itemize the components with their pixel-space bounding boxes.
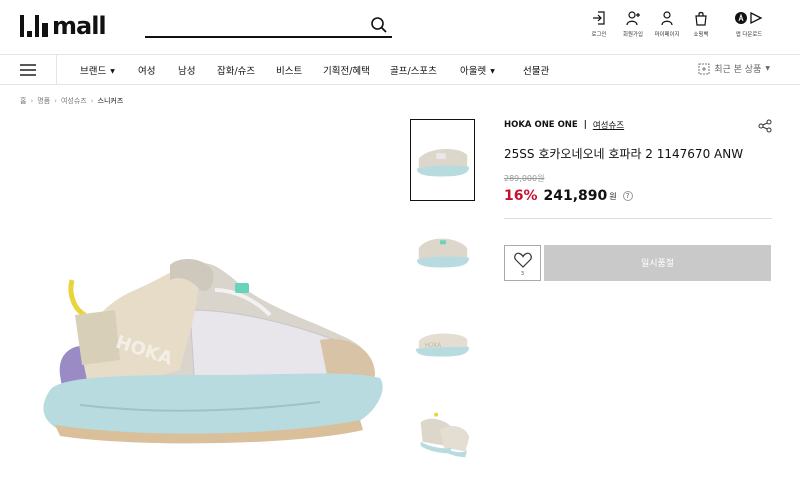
thumbnail-1[interactable] [410, 119, 475, 201]
nav-item-promotion[interactable]: 기획전/혜택 [323, 63, 370, 77]
thumbnail-image: HOKA [415, 333, 470, 357]
brand-separator: | [583, 120, 587, 130]
search-bar [145, 14, 392, 38]
thumbnail-4[interactable] [410, 392, 475, 474]
shopping-bag-icon [695, 11, 707, 26]
breadcrumb-sneakers[interactable]: 스니커즈 [98, 96, 124, 106]
category-link[interactable]: 여성슈즈 [593, 119, 624, 131]
brand-line: HOKA ONE ONE | 여성슈즈 [504, 119, 772, 131]
nav-item-outlet[interactable]: 아울렛 ▼ [460, 63, 495, 77]
nav-item-brand[interactable]: 브랜드 ▼ [80, 63, 115, 77]
mypage-button[interactable]: 마이페이지 [650, 10, 684, 38]
breadcrumb-women-shoes[interactable]: 여성슈즈 [61, 96, 87, 106]
chevron-right-icon: › [30, 97, 34, 105]
thumbnail-image [416, 238, 470, 268]
price-help-icon[interactable]: ? [622, 191, 633, 201]
product-thumbnails: HOKA [410, 119, 476, 477]
app-download-icon [735, 11, 763, 25]
breadcrumb-home[interactable]: 홈 [20, 96, 26, 106]
recent-products-icon [698, 63, 710, 74]
mypage-label: 마이페이지 [654, 31, 680, 38]
recent-products-label: 최근 본 상품 [714, 65, 762, 75]
mypage-icon [661, 11, 673, 26]
search-input[interactable] [145, 14, 360, 36]
breadcrumb: 홈 › 명품 › 여성슈즈 › 스니커즈 [20, 96, 123, 106]
logo[interactable]: mall [20, 11, 107, 41]
breadcrumb-luxury[interactable]: 명품 [37, 96, 50, 106]
app-download-label: 앱 다운로드 [735, 31, 763, 38]
site-header: mall 로그인 회원가입 마이페이지 쇼핑백 앱 다운로드 [0, 0, 800, 54]
chevron-right-icon: › [90, 97, 94, 105]
search-icon[interactable] [370, 16, 388, 34]
signup-icon [626, 11, 640, 26]
signup-button[interactable]: 회원가입 [616, 10, 650, 38]
nav-item-golf-sports[interactable]: 골프/스포츠 [390, 63, 437, 77]
soldout-button[interactable]: 일시품절 [544, 245, 771, 281]
nav-item-gift[interactable]: 선물관 [523, 63, 549, 77]
shopping-bag-button[interactable]: 쇼핑백 [684, 10, 718, 38]
sale-price: 241,890 [543, 188, 608, 204]
nav-item-women[interactable]: 여성 [138, 63, 155, 77]
thumbnail-image [420, 412, 470, 458]
menu-icon[interactable] [18, 61, 38, 79]
login-icon [593, 11, 605, 25]
discount-rate: 16% [504, 188, 538, 204]
logo-mark [20, 15, 48, 37]
price-line: 16% 241,890 원 ? [504, 188, 772, 204]
product-info: HOKA ONE ONE | 여성슈즈 25SS 호카오네오네 호파라 2 11… [504, 119, 772, 219]
wishlist-count: 3 [520, 271, 525, 277]
shopping-bag-label: 쇼핑백 [693, 31, 709, 38]
signup-label: 회원가입 [623, 31, 643, 38]
thumbnail-3[interactable]: HOKA [410, 301, 475, 383]
original-price: 289,000원 [504, 174, 545, 183]
nav-divider [56, 55, 57, 85]
wishlist-button[interactable]: 3 [504, 245, 541, 281]
nav-item-men[interactable]: 남성 [178, 63, 195, 77]
thumbnail-image [416, 148, 470, 177]
logo-text: mall [52, 12, 107, 40]
caret-down-icon: ▼ [765, 65, 770, 72]
divider [504, 218, 772, 219]
login-button[interactable]: 로그인 [582, 10, 616, 38]
app-download-button[interactable]: 앱 다운로드 [728, 10, 770, 38]
recent-products-button[interactable]: 최근 본 상품 ▼ [698, 62, 770, 75]
caret-down-icon: ▼ [110, 68, 115, 75]
caret-down-icon: ▼ [490, 68, 495, 75]
svg-text:HOKA: HOKA [425, 343, 442, 349]
brand-name[interactable]: HOKA ONE ONE [504, 120, 578, 130]
nav-item-accessories[interactable]: 잡화/슈즈 [217, 63, 255, 77]
purchase-actions: 3 일시품절 [504, 245, 772, 282]
currency-label: 원 [609, 191, 617, 201]
header-utilities: 로그인 회원가입 마이페이지 쇼핑백 앱 다운로드 [582, 10, 770, 38]
chevron-right-icon: › [54, 97, 57, 105]
nav-item-beast[interactable]: 비스트 [276, 63, 302, 77]
category-nav: 브랜드 ▼ 여성 남성 잡화/슈즈 비스트 기획전/혜택 골프/스포츠 아울렛 ▼ … [0, 54, 800, 85]
product-title: 25SS 호카오네오네 호파라 2 1147670 ANW [504, 147, 744, 161]
heart-icon [513, 252, 532, 268]
share-icon[interactable] [758, 119, 772, 133]
product-main-image[interactable]: HOKA [20, 120, 398, 472]
login-label: 로그인 [591, 31, 607, 38]
thumbnail-2[interactable] [410, 210, 475, 292]
